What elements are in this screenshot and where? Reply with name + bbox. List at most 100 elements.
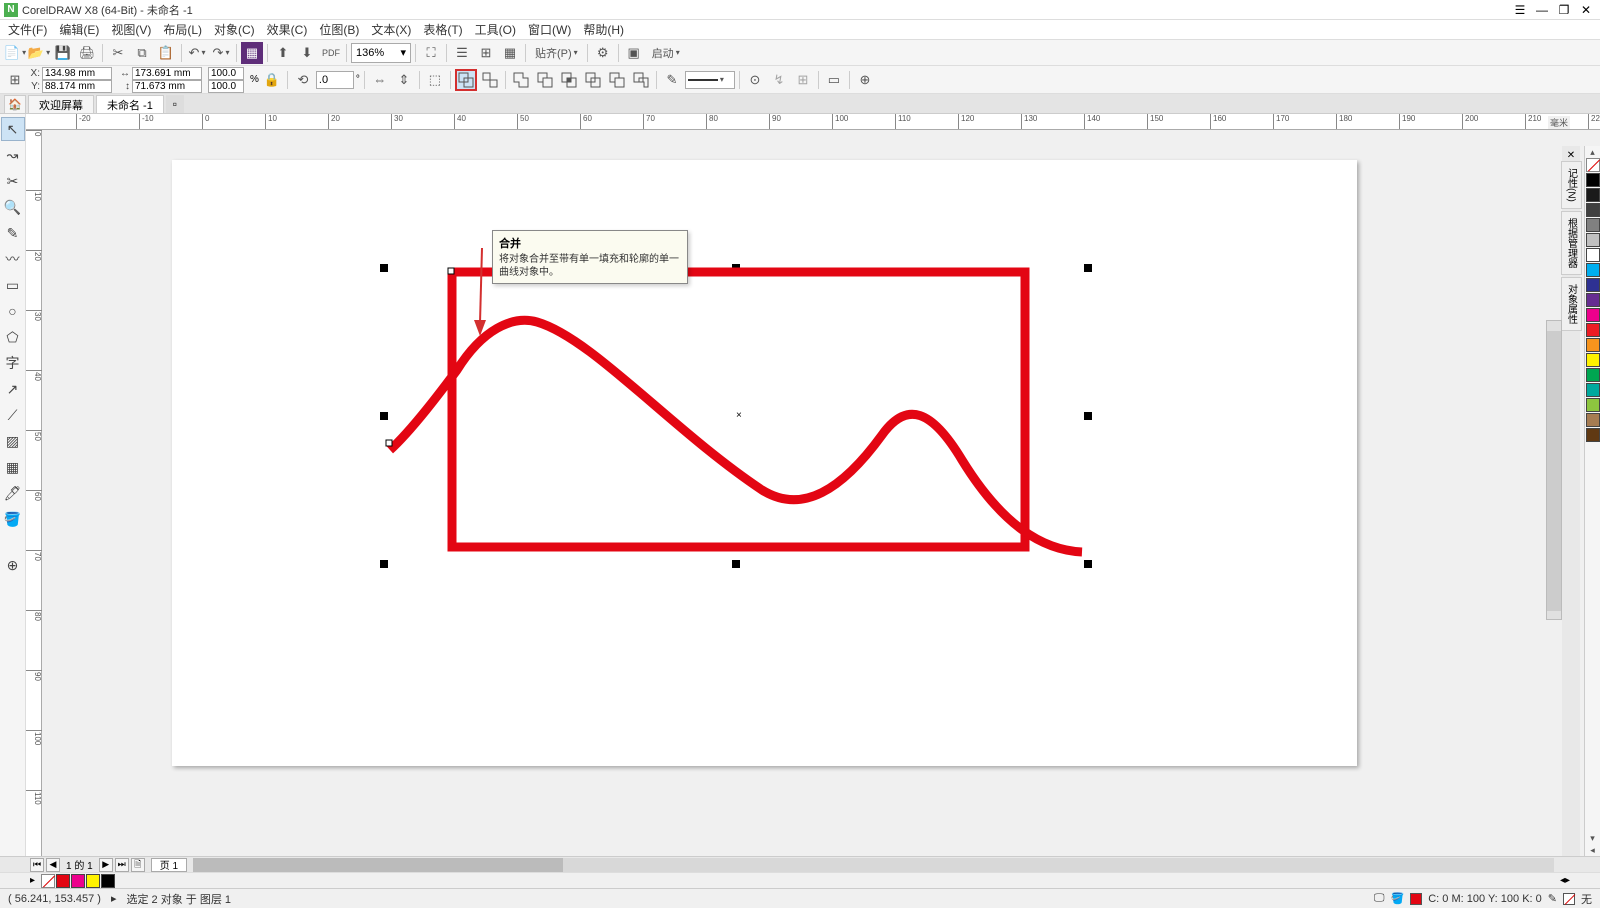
doc-palette-red[interactable]	[56, 874, 70, 888]
height-input[interactable]	[132, 80, 202, 93]
color-swatch[interactable]	[1586, 233, 1600, 247]
horizontal-scrollbar[interactable]	[193, 858, 1554, 872]
page-last-button[interactable]: ⏭	[115, 858, 129, 872]
color-swatch[interactable]	[1586, 218, 1600, 232]
rotation-input[interactable]	[316, 71, 354, 89]
quick-customize-icon[interactable]: ⊕	[1, 553, 25, 577]
color-proof-icon[interactable]: 🖵	[1374, 892, 1385, 905]
scale-x-input[interactable]	[208, 67, 244, 80]
startup-icon[interactable]: ▣	[623, 42, 645, 64]
selection-handle-ml[interactable]	[380, 412, 388, 420]
color-swatch[interactable]	[1586, 173, 1600, 187]
horizontal-scrollbar-thumb[interactable]	[193, 858, 563, 872]
ruler-vertical[interactable]: 0102030405060708090100110	[26, 130, 42, 856]
minimize-button[interactable]: —	[1532, 2, 1552, 18]
docker-tab-object-properties[interactable]: 对象属性	[1561, 277, 1582, 331]
restore-button[interactable]: ❐	[1554, 2, 1574, 18]
export-button[interactable]: ⬆	[272, 42, 294, 64]
color-swatch[interactable]	[1586, 413, 1600, 427]
menu-table[interactable]: 表格(T)	[417, 21, 468, 38]
fullscreen-button[interactable]: ⛶	[420, 42, 442, 64]
lock-ratio-button[interactable]: 🔒	[261, 69, 283, 91]
vertical-scrollbar-thumb[interactable]	[1547, 331, 1561, 611]
color-swatch[interactable]	[1586, 398, 1600, 412]
color-swatch[interactable]	[1586, 293, 1600, 307]
cut-button[interactable]: ✂	[107, 42, 129, 64]
sys-icon[interactable]: ☰	[1510, 2, 1530, 18]
color-swatch[interactable]	[1586, 248, 1600, 262]
pdf-icon[interactable]: PDF	[320, 42, 342, 64]
color-swatch[interactable]	[1586, 263, 1600, 277]
color-swatch[interactable]	[1586, 368, 1600, 382]
docker-close-icon[interactable]: ✕	[1567, 150, 1575, 161]
color-swatch[interactable]	[1586, 278, 1600, 292]
close-button[interactable]: ✕	[1576, 2, 1596, 18]
ruler-horizontal[interactable]: 毫米 -20-100102030405060708090100110120130…	[26, 114, 1600, 130]
doc-palette-flyout-icon[interactable]: ◂▸	[1560, 875, 1600, 886]
selection-handle-tl[interactable]	[380, 264, 388, 272]
color-swatch[interactable]	[1586, 428, 1600, 442]
simplify-button[interactable]	[582, 69, 604, 91]
freehand-tool[interactable]: ✎	[1, 221, 25, 245]
weld-button[interactable]	[510, 69, 532, 91]
outline-width-dropdown[interactable]: ▾	[685, 71, 735, 89]
vertical-scrollbar[interactable]	[1546, 320, 1562, 620]
red-curve[interactable]	[390, 320, 1082, 552]
doc-palette-black[interactable]	[101, 874, 115, 888]
outline-icon[interactable]: ✎	[1548, 892, 1557, 905]
polygon-tool[interactable]: ⬠	[1, 325, 25, 349]
wrap-text-button[interactable]: ⊙	[744, 69, 766, 91]
color-swatch[interactable]	[1586, 383, 1600, 397]
color-swatch[interactable]	[1586, 338, 1600, 352]
menu-bitmap[interactable]: 位图(B)	[313, 21, 365, 38]
zoom-level-input[interactable]: 136% ▾	[351, 43, 411, 63]
intersect-button[interactable]	[558, 69, 580, 91]
palette-flyout-button[interactable]: ◂	[1586, 844, 1600, 856]
startup-dropdown[interactable]: 启动▾	[647, 42, 685, 64]
new-button[interactable]: 📄▾	[4, 42, 26, 64]
redo-button[interactable]: ↷▾	[210, 42, 232, 64]
menu-edit[interactable]: 编辑(E)	[53, 21, 105, 38]
palette-down-button[interactable]: ▾	[1586, 832, 1600, 844]
text-tool[interactable]: 字	[1, 351, 25, 375]
menu-window[interactable]: 窗口(W)	[522, 21, 577, 38]
options-button[interactable]: ⚙	[592, 42, 614, 64]
fill-color-swatch[interactable]	[1410, 893, 1422, 905]
fill-icon[interactable]: 🪣	[1391, 892, 1405, 905]
print-button[interactable]: 🖨	[76, 42, 98, 64]
trim-button[interactable]	[534, 69, 556, 91]
menu-view[interactable]: 视图(V)	[105, 21, 157, 38]
page-tab-1[interactable]: 页 1	[151, 858, 187, 872]
order-button[interactable]: ⬚	[424, 69, 446, 91]
save-button[interactable]: 💾	[52, 42, 74, 64]
ellipse-tool[interactable]: ○	[1, 299, 25, 323]
menu-effects[interactable]: 效果(C)	[261, 21, 314, 38]
undo-button[interactable]: ↶▾	[186, 42, 208, 64]
page-first-button[interactable]: ⏮	[30, 858, 44, 872]
selection-handle-mr[interactable]	[1084, 412, 1092, 420]
color-swatch[interactable]	[1586, 353, 1600, 367]
mirror-v-button[interactable]: ⇕	[393, 69, 415, 91]
page-add-button[interactable]: 🗎	[131, 858, 145, 872]
menu-help[interactable]: 帮助(H)	[577, 21, 630, 38]
x-input[interactable]	[42, 67, 112, 80]
tab-document-1[interactable]: 未命名 -1	[96, 95, 164, 113]
width-input[interactable]	[132, 67, 202, 80]
parallel-dim-tool[interactable]: ↗	[1, 377, 25, 401]
color-swatch[interactable]	[1586, 203, 1600, 217]
palette-up-button[interactable]: ▴	[1586, 146, 1600, 158]
grid-button[interactable]: ▦	[499, 42, 521, 64]
align-button[interactable]: ☰	[451, 42, 473, 64]
color-swatch[interactable]	[1586, 308, 1600, 322]
transparency-tool[interactable]: ▦	[1, 455, 25, 479]
menu-text[interactable]: 文本(X)	[365, 21, 417, 38]
outline-none-swatch[interactable]	[1563, 893, 1575, 905]
combine-button[interactable]	[455, 69, 477, 91]
home-tab[interactable]: 🏠	[4, 95, 26, 113]
open-button[interactable]: 📂▾	[28, 42, 50, 64]
distribute-button[interactable]: ⊞	[475, 42, 497, 64]
doc-palette-magenta[interactable]	[71, 874, 85, 888]
zoom-tool[interactable]: 🔍	[1, 195, 25, 219]
outline-pen-icon[interactable]: ✎	[661, 69, 683, 91]
canvas-viewport[interactable]: 合并 将对象合并至带有单一填充和轮廓的单一曲线对象中。 ×	[42, 130, 1600, 856]
